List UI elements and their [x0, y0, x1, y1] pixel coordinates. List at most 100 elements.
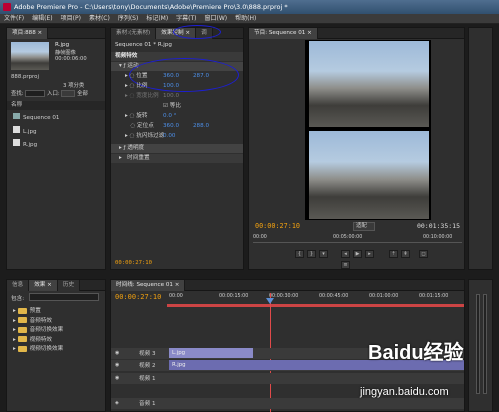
- menu-edit[interactable]: 编辑(E): [28, 14, 56, 24]
- folder-video-effects[interactable]: ▸ 视频特效: [13, 336, 63, 346]
- contains-label: 包含:: [11, 296, 25, 302]
- menu-marker[interactable]: 标记(M): [142, 14, 172, 24]
- work-area-bar[interactable]: [167, 304, 464, 307]
- effects-search-input[interactable]: [29, 293, 99, 301]
- folder-audio-effects[interactable]: ▸ 音频特效: [13, 317, 63, 327]
- item-count: 3 项分类: [63, 83, 85, 89]
- track-label: 音频 1: [139, 401, 156, 407]
- eye-icon[interactable]: ◉: [115, 362, 119, 368]
- project-panel: 项目:888 × R.jpg 静帧图像 00:00:06:00 888.prpr…: [6, 27, 106, 270]
- find-input[interactable]: [25, 90, 46, 97]
- track-label: 视频 1: [139, 376, 156, 382]
- anchor-y[interactable]: 288.0: [193, 122, 209, 131]
- tab-info[interactable]: 信息: [7, 280, 30, 291]
- scale-row: ▸ ◌ 比例 100.0: [125, 82, 180, 91]
- project-filename: 888.prproj: [11, 74, 39, 80]
- tab-program[interactable]: 节目: Sequence 01 ×: [249, 28, 318, 39]
- rotation-row: ▸ ◌ 旋转 0.0 °: [125, 112, 177, 121]
- annotation-circle: [173, 25, 221, 39]
- tab-source[interactable]: 素材:(无素材): [111, 28, 157, 39]
- menu-file[interactable]: 文件(F): [0, 14, 28, 24]
- menu-help[interactable]: 帮助(H): [231, 14, 260, 24]
- program-viewer: [305, 40, 431, 220]
- folder-video-transitions[interactable]: ▸ 视频切换效果: [13, 345, 63, 355]
- flicker-row: ▸ ◌ 抗闪烁过滤 0.00: [125, 132, 176, 141]
- step-forward-button[interactable]: ▸: [365, 250, 374, 258]
- eye-icon[interactable]: ◉: [115, 350, 119, 356]
- playhead-handle[interactable]: [266, 298, 274, 304]
- effects-panel: 信息 效果 × 历史 包含: ▸ 预置 ▸ 音频特效 ▸ 音频切换效果 ▸ 视频特效…: [6, 279, 106, 412]
- flicker-value[interactable]: 0.00: [163, 132, 175, 141]
- clip-duration: 00:00:06:00: [55, 56, 87, 62]
- column-header[interactable]: 名称: [7, 101, 105, 110]
- folder-presets[interactable]: ▸ 预置: [13, 307, 63, 317]
- in-value[interactable]: 全部: [77, 91, 88, 97]
- scale-width-value: 100.0: [163, 93, 180, 99]
- window-title: Adobe Premiere Pro - C:\Users\tony\Docum…: [14, 3, 288, 11]
- timeline-timecode[interactable]: 00:00:27:10: [115, 293, 161, 301]
- position-x[interactable]: 360.0: [163, 72, 179, 81]
- video-frame-top: [309, 41, 429, 127]
- track-label: 视频 2: [139, 363, 156, 369]
- monitor-duration: 00:01:35:15: [416, 222, 460, 230]
- menu-title[interactable]: 字幕(T): [172, 14, 200, 24]
- clip-l-jpg[interactable]: L.jpg: [169, 348, 253, 358]
- export-frame-button[interactable]: ◻: [419, 250, 428, 258]
- effect-header: Sequence 01 * R.jpg: [115, 42, 172, 48]
- anchor-x[interactable]: 360.0: [163, 122, 179, 131]
- baidu-logo: Baidu经验: [368, 342, 464, 364]
- tab-timeline[interactable]: 时间线: Sequence 01 ×: [111, 280, 186, 291]
- effect-controls-panel: 素材:(无素材) 效果控制 × 调 Sequence 01 * R.jpg 视频特效…: [110, 25, 244, 270]
- tab-effects[interactable]: 效果 ×: [29, 280, 58, 291]
- tab-project[interactable]: 项目:888 ×: [7, 28, 49, 39]
- scale-value[interactable]: 100.0: [163, 82, 179, 91]
- app-icon: [3, 3, 11, 11]
- mark-in-button[interactable]: {: [295, 250, 304, 258]
- speaker-icon[interactable]: ◈: [115, 400, 119, 406]
- monitor-ruler[interactable]: 00:00 00:05:00:00 00:10:00:00: [253, 235, 462, 243]
- effect-controls-timecode[interactable]: 00:00:27:10: [115, 260, 152, 266]
- fit-dropdown[interactable]: 适配: [353, 222, 375, 231]
- window-title-bar: Adobe Premiere Pro - C:\Users\tony\Docum…: [0, 0, 499, 14]
- list-item[interactable]: Sequence 01: [13, 113, 60, 121]
- monitor-timecode[interactable]: 00:00:27:10: [255, 222, 300, 230]
- list-item[interactable]: R.jpg: [13, 139, 37, 148]
- right-strip: [468, 27, 493, 270]
- program-monitor: 节目: Sequence 01 × 00:00:27:10 适配 00:01:3…: [248, 27, 465, 270]
- find-label: 查找:: [11, 91, 24, 97]
- play-button[interactable]: ▶: [353, 250, 362, 258]
- watermark-url: jingyan.baidu.com: [360, 386, 449, 398]
- menu-clip[interactable]: 素材(C): [85, 14, 114, 24]
- list-item[interactable]: L.jpg: [13, 126, 37, 135]
- track-audio-1: ◈ 音频 1: [111, 398, 464, 409]
- position-y[interactable]: 287.0: [193, 72, 209, 81]
- track-video-1: ◉ 视频 1: [111, 373, 464, 384]
- mark-out-button[interactable]: }: [307, 250, 316, 258]
- eye-icon[interactable]: ◉: [115, 375, 119, 381]
- track-label: 视频 3: [139, 351, 156, 357]
- lift-button[interactable]: ⇡: [389, 250, 398, 258]
- clip-thumbnail: [11, 42, 49, 70]
- time-remap-row[interactable]: ▸ 时间重置: [111, 154, 243, 163]
- folder-audio-transitions[interactable]: ▸ 音频切换效果: [13, 326, 63, 336]
- scale-width-row: ▸ ◌ 宽度比例 100.0: [125, 93, 180, 99]
- opacity-row[interactable]: ▸ ƒ 透明度: [111, 144, 243, 153]
- menu-bar: 文件(F) 编辑(E) 项目(P) 素材(C) 序列(S) 标记(M) 字幕(T) 窗口(W)…: [0, 14, 499, 24]
- uniform-scale-row[interactable]: ☑ 等比: [111, 102, 243, 111]
- clip-name: R.jpg: [55, 42, 70, 48]
- position-row: ▸ ◌ 位置 360.0 287.0: [125, 72, 210, 81]
- in-label: 入口:: [47, 91, 60, 97]
- anchor-row: ◌ 定位点 360.0 288.0: [125, 122, 210, 131]
- menu-window[interactable]: 窗口(W): [201, 14, 232, 24]
- shuttle-slider[interactable]: ≡: [341, 261, 350, 269]
- menu-project[interactable]: 项目(P): [57, 14, 85, 24]
- marker-button[interactable]: ▾: [319, 250, 328, 258]
- step-back-button[interactable]: ◂: [341, 250, 350, 258]
- in-dropdown[interactable]: [61, 90, 76, 97]
- tab-history[interactable]: 历史: [57, 280, 81, 291]
- extract-button[interactable]: ⇞: [401, 250, 410, 258]
- video-frame-bottom: [309, 131, 429, 219]
- rotation-value[interactable]: 0.0 °: [163, 112, 176, 121]
- clip-type: 静帧图像: [55, 50, 76, 56]
- menu-sequence[interactable]: 序列(S): [114, 14, 143, 24]
